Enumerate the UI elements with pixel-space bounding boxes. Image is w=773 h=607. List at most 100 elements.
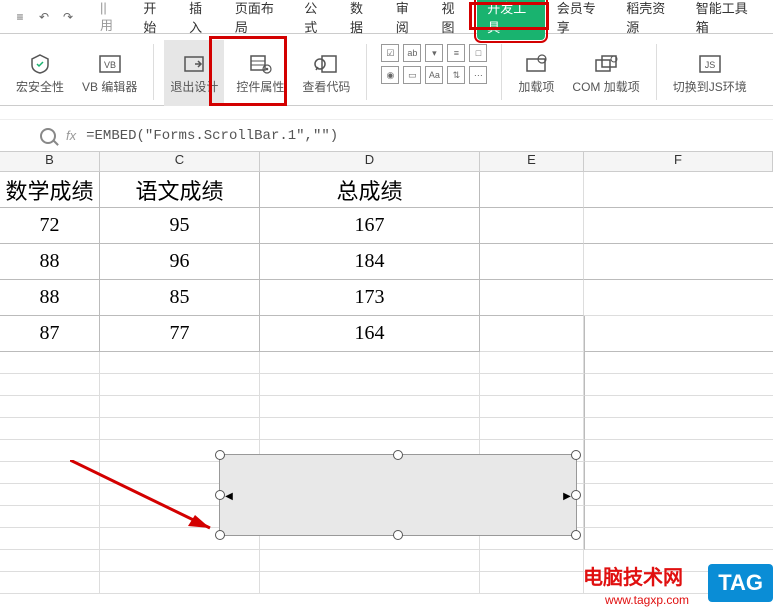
control-properties-button[interactable]: 控件属性: [230, 40, 290, 106]
scrollbar-control[interactable]: ◀ ▶: [219, 454, 577, 536]
svg-text:JS: JS: [705, 60, 716, 70]
properties-icon: [246, 52, 274, 76]
control-textbox-icon[interactable]: ab: [403, 44, 421, 62]
control-group-icon[interactable]: ▭: [403, 66, 421, 84]
tab-vip[interactable]: 会员专享: [547, 0, 614, 40]
tab-data[interactable]: 数据: [340, 0, 384, 40]
cell-chinese[interactable]: 95: [100, 208, 260, 244]
cell-chinese[interactable]: 85: [100, 280, 260, 316]
macro-security-button[interactable]: 宏安全性: [10, 40, 70, 106]
redo-icon[interactable]: ↷: [60, 9, 76, 25]
header-math[interactable]: 数学成绩: [0, 172, 100, 208]
svg-text:VB: VB: [104, 60, 116, 70]
cell-math[interactable]: 88: [0, 244, 100, 280]
tab-developer[interactable]: 开发工具: [477, 0, 544, 40]
js-icon: JS: [696, 52, 724, 76]
cell-empty[interactable]: [584, 244, 773, 280]
cell-chinese[interactable]: 77: [100, 316, 260, 352]
col-header-f[interactable]: F: [584, 152, 773, 172]
quick-access-toolbar: ≡ ↶ ↷: [8, 9, 76, 25]
cell-math[interactable]: 88: [0, 280, 100, 316]
tab-insert[interactable]: 插入: [179, 0, 223, 40]
resize-handle[interactable]: [571, 450, 581, 460]
magnifier-icon[interactable]: [40, 128, 56, 144]
resize-handle[interactable]: [215, 530, 225, 540]
separator: [366, 44, 367, 100]
cell-total[interactable]: 184: [260, 244, 480, 280]
undo-icon[interactable]: ↶: [36, 9, 52, 25]
resize-handle[interactable]: [215, 450, 225, 460]
vb-editor-button[interactable]: VB VB 编辑器: [76, 40, 143, 106]
tab-review[interactable]: 审阅: [386, 0, 430, 40]
com-addin-icon: [592, 52, 620, 76]
control-label-icon[interactable]: Aa: [425, 66, 443, 84]
com-addins-button[interactable]: COM 加载项: [566, 40, 645, 106]
header-total[interactable]: 总成绩: [260, 172, 480, 208]
cell-empty[interactable]: [480, 208, 584, 244]
cell-empty[interactable]: [480, 172, 584, 208]
control-more-icon[interactable]: ⋯: [469, 66, 487, 84]
cell-empty[interactable]: [584, 316, 773, 352]
tab-used[interactable]: || 用: [90, 0, 131, 38]
macro-security-label: 宏安全性: [16, 78, 64, 95]
switch-js-label: 切换到JS环境: [673, 78, 747, 95]
cell-chinese[interactable]: 96: [100, 244, 260, 280]
ribbon: 宏安全性 VB VB 编辑器 退出设计 控件属性 查看代码 ☑ ab ▾ ≡ □…: [0, 34, 773, 106]
control-list-icon[interactable]: ≡: [447, 44, 465, 62]
control-button-icon[interactable]: □: [469, 44, 487, 62]
separator: [656, 44, 657, 100]
cell-empty[interactable]: [480, 244, 584, 280]
addin-icon: [522, 52, 550, 76]
view-code-label: 查看代码: [302, 78, 350, 95]
resize-handle[interactable]: [393, 530, 403, 540]
cell-total[interactable]: 173: [260, 280, 480, 316]
addins-button[interactable]: 加载项: [512, 40, 560, 106]
formula-bar: fx =EMBED("Forms.ScrollBar.1",""): [0, 120, 773, 152]
tab-view[interactable]: 视图: [432, 0, 476, 40]
cell-total[interactable]: 164: [260, 316, 480, 352]
col-header-c[interactable]: C: [100, 152, 260, 172]
menu-icon[interactable]: ≡: [12, 9, 28, 25]
cell-total[interactable]: 167: [260, 208, 480, 244]
control-radio-icon[interactable]: ◉: [381, 66, 399, 84]
form-controls-grid[interactable]: ☑ ab ▾ ≡ □ ◉ ▭ Aa ⇅ ⋯: [377, 40, 491, 88]
formula-input[interactable]: =EMBED("Forms.ScrollBar.1",""): [86, 128, 338, 144]
column-headers: B C D E F: [0, 152, 773, 172]
col-header-d[interactable]: D: [260, 152, 480, 172]
resize-handle[interactable]: [571, 490, 581, 500]
separator: [153, 44, 154, 100]
table-row: 88 96 184: [0, 244, 773, 280]
control-spinner-icon[interactable]: ⇅: [447, 66, 465, 84]
resize-handle[interactable]: [215, 490, 225, 500]
cell-math[interactable]: 72: [0, 208, 100, 244]
vb-icon: VB: [96, 52, 124, 76]
cell-empty[interactable]: [584, 280, 773, 316]
watermark-url: www.tagxp.com: [605, 593, 689, 607]
cell-empty[interactable]: [480, 316, 584, 352]
resize-handle[interactable]: [571, 530, 581, 540]
tab-formula[interactable]: 公式: [294, 0, 338, 40]
control-checkbox-icon[interactable]: ☑: [381, 44, 399, 62]
tab-layout[interactable]: 页面布局: [225, 0, 292, 40]
resize-handle[interactable]: [393, 450, 403, 460]
com-addins-label: COM 加载项: [572, 78, 639, 95]
col-header-b[interactable]: B: [0, 152, 100, 172]
table-row: 88 85 173: [0, 280, 773, 316]
fx-label[interactable]: fx: [66, 128, 76, 143]
properties-label: 控件属性: [236, 78, 284, 95]
tab-resources[interactable]: 稻壳资源: [616, 0, 683, 40]
tab-start[interactable]: 开始: [133, 0, 177, 40]
col-header-e[interactable]: E: [480, 152, 584, 172]
exit-design-label: 退出设计: [170, 78, 218, 95]
cell-empty[interactable]: [480, 280, 584, 316]
header-chinese[interactable]: 语文成绩: [100, 172, 260, 208]
cell-empty[interactable]: [584, 208, 773, 244]
view-code-button[interactable]: 查看代码: [296, 40, 356, 106]
table-row: 87 77 164: [0, 316, 773, 352]
control-combo-icon[interactable]: ▾: [425, 44, 443, 62]
exit-design-button[interactable]: 退出设计: [164, 40, 224, 106]
tab-tools[interactable]: 智能工具箱: [686, 0, 765, 40]
cell-empty[interactable]: [584, 172, 773, 208]
cell-math[interactable]: 87: [0, 316, 100, 352]
switch-js-button[interactable]: JS 切换到JS环境: [667, 40, 753, 106]
